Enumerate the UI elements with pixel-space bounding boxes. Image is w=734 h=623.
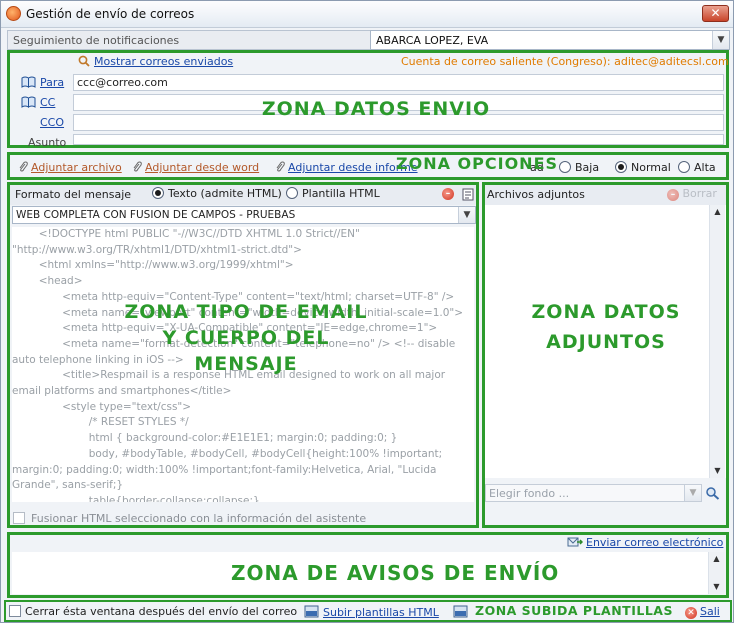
remove-icon: – xyxy=(667,189,679,201)
scroll-down-icon[interactable]: ▼ xyxy=(709,580,724,594)
exit-label: Sali xyxy=(700,605,720,618)
radio-high[interactable] xyxy=(678,161,690,173)
send-mail-button[interactable]: Enviar correo electrónico xyxy=(567,536,723,549)
cco-label[interactable]: CCO xyxy=(40,116,64,129)
html-file-icon xyxy=(304,605,319,618)
outgoing-account-label: Cuenta de correo saliente (Congreso): ad… xyxy=(401,55,729,68)
paperclip-icon xyxy=(19,161,28,172)
send-mail-label: Enviar correo electrónico xyxy=(586,536,724,549)
subject-field[interactable] xyxy=(73,134,724,145)
notifications-selected-value: ABARCA LOPEZ, EVA xyxy=(376,34,489,47)
message-body-line: margin:0; padding:0; width:100% !importa… xyxy=(12,463,437,476)
priority-normal-radio[interactable]: Normal xyxy=(615,161,671,174)
attachments-zone-title-line-2: ADJUNTOS xyxy=(546,331,666,353)
background-placeholder: Elegir fondo ... xyxy=(489,487,570,500)
mail-zone-title-line-3: MENSAJE xyxy=(194,353,298,375)
show-sent-mails-link[interactable]: Mostrar correos enviados xyxy=(94,55,233,68)
app-icon xyxy=(6,6,21,21)
merge-html-checkbox[interactable] xyxy=(13,512,25,524)
to-field[interactable]: ccc@correo.com xyxy=(73,74,724,91)
subject-label: Asunto xyxy=(28,136,67,149)
message-body-line: <head> xyxy=(12,275,83,288)
close-window-button[interactable]: ✕ xyxy=(702,5,729,22)
format-label: Formato del mensaje xyxy=(15,188,132,201)
message-body-line: <style type="text/css"> xyxy=(12,400,192,413)
clear-template-icon[interactable]: – xyxy=(442,188,454,200)
chevron-down-icon[interactable]: ▼ xyxy=(712,31,729,49)
html-upload-icon xyxy=(453,605,468,618)
title-bar: Gestión de envío de correos ✕ xyxy=(1,1,733,28)
exit-icon: ✕ xyxy=(685,607,697,619)
mail-zone-title-line-2: Y CUERPO DEL xyxy=(162,327,330,349)
scroll-down-icon[interactable]: ▼ xyxy=(710,464,725,478)
radio-format-template[interactable] xyxy=(286,187,298,199)
priority-low-radio[interactable]: Baja xyxy=(559,161,599,174)
background-select[interactable]: Elegir fondo ... ▼ xyxy=(485,484,702,502)
upload-templates-label: Subir plantillas HTML xyxy=(323,606,439,619)
format-header: Formato del mensaje Texto (admite HTML) … xyxy=(10,185,476,205)
notifications-select[interactable]: ABARCA LOPEZ, EVA ▼ xyxy=(370,30,730,50)
message-body-line: /* RESET STYLES */ xyxy=(12,416,189,429)
search-icon xyxy=(78,55,90,67)
notifications-row: Seguimiento de notificaciones ABARCA LOP… xyxy=(7,30,730,50)
paperclip-icon xyxy=(276,161,285,172)
options-zone-title: ZONA OPCIONES xyxy=(396,154,559,173)
message-body-line: <!DOCTYPE html PUBLIC "-//W3C//DTD XHTML… xyxy=(12,228,360,240)
message-body-line: html { background-color:#E1E1E1; margin:… xyxy=(12,432,398,445)
send-mail-icon xyxy=(567,537,584,547)
background-search-icon[interactable] xyxy=(705,486,720,500)
exit-button[interactable]: ✕ Sali xyxy=(685,605,720,619)
cc-label[interactable]: CC xyxy=(40,96,55,109)
document-icon[interactable] xyxy=(462,188,474,201)
attachments-scrollbar[interactable]: ▲ ▼ xyxy=(709,205,725,478)
message-body-line: body, #bodyTable, #bodyCell, #bodyCell{h… xyxy=(12,447,443,460)
envio-zone-title: ZONA DATOS ENVIO xyxy=(261,98,491,120)
notifications-label: Seguimiento de notificaciones xyxy=(13,34,180,47)
scroll-up-icon[interactable]: ▲ xyxy=(709,552,724,566)
template-selected-value: WEB COMPLETA CON FUSION DE CAMPOS - PRUE… xyxy=(16,209,296,221)
radio-low[interactable] xyxy=(559,161,571,173)
format-template-radio[interactable]: Plantilla HTML xyxy=(286,187,380,200)
merge-html-option[interactable]: Fusionar HTML seleccionado con la inform… xyxy=(13,512,366,525)
radio-normal[interactable] xyxy=(615,161,627,173)
message-body-line: email platforms and smartphones</title> xyxy=(12,385,232,398)
attachments-header-label: Archivos adjuntos xyxy=(487,188,585,201)
attachments-header: Archivos adjuntos – Borrar xyxy=(485,185,726,205)
delete-attachment-button[interactable]: – Borrar xyxy=(667,187,717,201)
radio-format-text[interactable] xyxy=(152,187,164,199)
message-body-line: "http://www.w3.org/TR/xhtml1/DTD/xhtml1-… xyxy=(12,243,302,256)
scroll-up-icon[interactable]: ▲ xyxy=(710,205,725,219)
priority-high-radio[interactable]: Alta xyxy=(678,161,716,174)
send-notices-zone-title: ZONA DE AVISOS DE ENVÍO xyxy=(231,561,560,585)
attachments-zone-title: ZONA DATOS ADJUNTOS xyxy=(501,297,711,357)
mail-manager-window: Gestión de envío de correos ✕ Seguimient… xyxy=(0,0,734,623)
upload-templates-button[interactable]: Subir plantillas HTML xyxy=(304,605,439,619)
attach-word-button[interactable]: Adjuntar desde word xyxy=(132,161,259,174)
address-book-icon[interactable] xyxy=(21,96,36,108)
attachments-zone-title-line-1: ZONA DATOS xyxy=(531,301,681,323)
attach-file-label: Adjuntar archivo xyxy=(31,161,122,174)
mail-zone-title-line-1: ZONA TIPO DE EMAIL xyxy=(124,301,368,323)
attach-file-button[interactable]: Adjuntar archivo xyxy=(18,161,122,174)
format-text-radio[interactable]: Texto (admite HTML) xyxy=(152,187,282,200)
message-body-line: Grande", sans-serif;} xyxy=(12,479,124,492)
upload-templates-zone-title: ZONA SUBIDA PLANTILLAS xyxy=(475,603,673,618)
chevron-down-icon[interactable]: ▼ xyxy=(684,485,701,501)
close-after-send-option[interactable]: Cerrar ésta ventana después del envío de… xyxy=(9,605,297,618)
notices-scrollbar[interactable]: ▲ ▼ xyxy=(708,552,724,594)
message-body-line: <html xmlns="http://www.w3.org/1999/xhtm… xyxy=(12,259,294,272)
chevron-down-icon[interactable]: ▼ xyxy=(458,207,475,223)
address-book-icon[interactable] xyxy=(21,76,36,88)
close-after-send-checkbox[interactable] xyxy=(9,605,21,617)
mail-type-zone-title: ZONA TIPO DE EMAIL Y CUERPO DEL MENSAJE xyxy=(111,299,381,377)
message-body-line: table{border-collapse:collapse;} xyxy=(12,494,260,502)
to-label[interactable]: Para xyxy=(40,76,64,89)
window-title: Gestión de envío de correos xyxy=(26,7,195,21)
paperclip-icon xyxy=(133,161,142,172)
template-select[interactable]: WEB COMPLETA CON FUSION DE CAMPOS - PRUE… xyxy=(12,206,476,224)
attach-word-label: Adjuntar desde word xyxy=(145,161,260,174)
